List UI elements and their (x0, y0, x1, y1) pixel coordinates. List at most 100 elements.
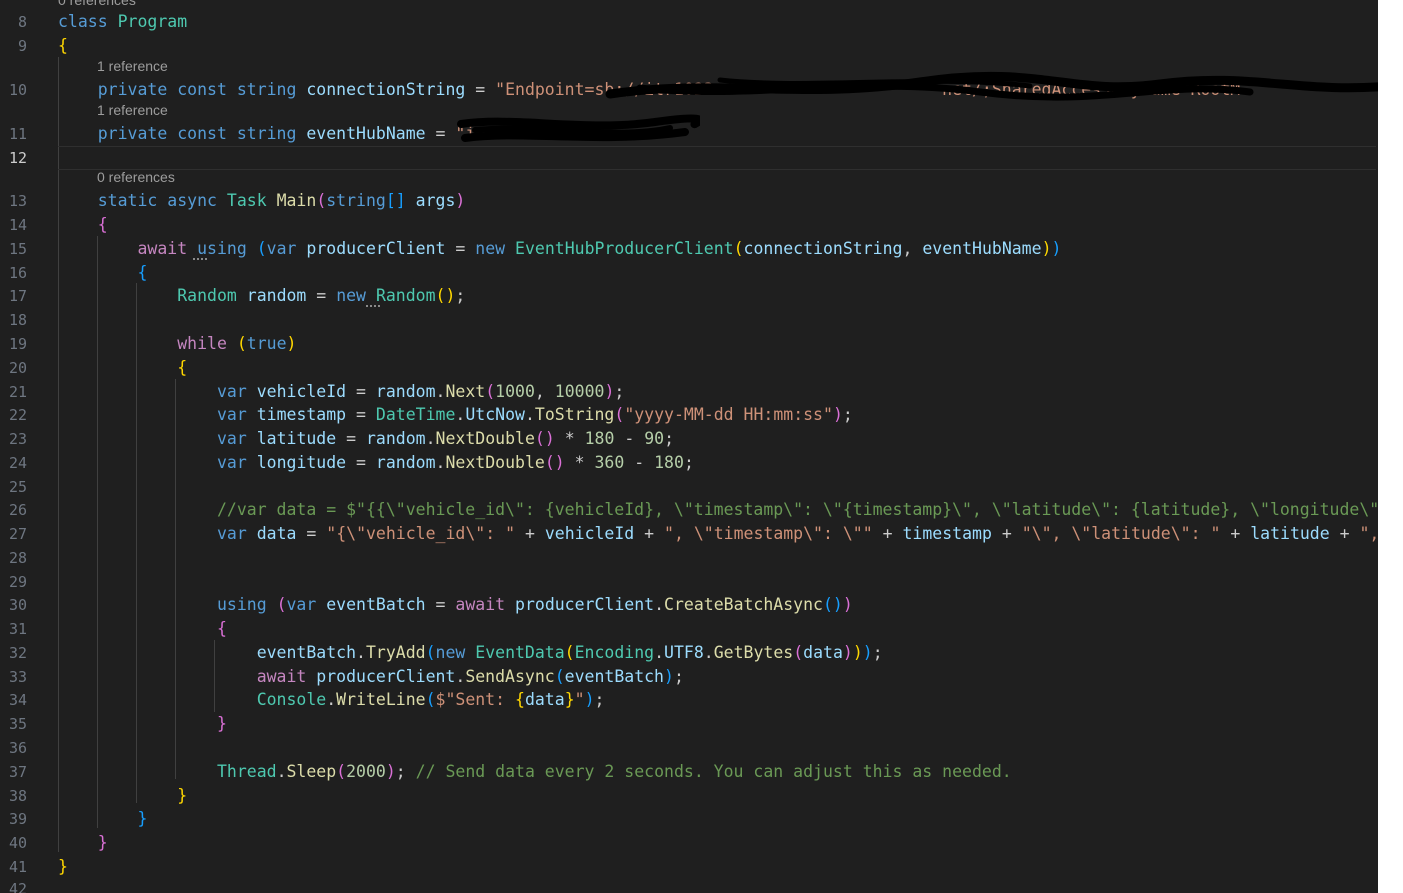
code-line[interactable]: 31 { (0, 617, 1378, 641)
scrollbar-track[interactable] (1378, 0, 1403, 893)
code-token: await (256, 667, 317, 686)
code-line[interactable]: 30 using (var eventBatch = await produce… (0, 593, 1378, 617)
code-token: SendAsync (465, 667, 555, 686)
code-line[interactable]: 32 eventBatch.TryAdd(new EventData(Encod… (0, 641, 1378, 665)
code-token: Console (256, 690, 327, 709)
code-text: { (58, 261, 147, 285)
line-number: 21 (8, 383, 27, 401)
code-token: new (475, 239, 516, 258)
code-token: () (435, 286, 456, 305)
line-number: 28 (8, 549, 27, 567)
code-token: WriteLine (336, 690, 426, 709)
code-token: var (216, 429, 257, 448)
code-token: ; (673, 667, 684, 686)
code-token: Task (226, 191, 277, 210)
code-editor[interactable]: 0 references 8 class Program 9{1 reference… (0, 0, 1378, 893)
code-line[interactable]: 17 Random random = new Random(); (0, 284, 1378, 308)
code-line[interactable]: 16 { (0, 261, 1378, 285)
code-line[interactable]: 12 (0, 146, 1378, 170)
code-line[interactable]: 38 } (0, 784, 1378, 808)
line-number: 36 (8, 739, 27, 757)
code-token: Next (445, 382, 486, 401)
code-token: random (246, 286, 307, 305)
code-line[interactable]: 18 (0, 308, 1378, 332)
code-text: //var data = $"{{\"vehicle_id\": {vehicl… (58, 498, 1378, 522)
code-text: } (58, 712, 227, 736)
code-token: ) (832, 405, 843, 424)
code-line[interactable]: 41} (0, 855, 1378, 879)
line-number: 33 (8, 668, 27, 686)
code-token: "yyyy-MM-dd HH:mm:ss" (624, 405, 833, 424)
code-token: ) (604, 382, 615, 401)
code-line[interactable]: 9{ (0, 34, 1378, 58)
code-line[interactable]: 39 } (0, 807, 1378, 831)
code-line[interactable]: 33 await producerClient.SendAsync(eventB… (0, 665, 1378, 689)
code-token: ) (842, 595, 853, 614)
code-token: eventHubName (922, 239, 1042, 258)
code-text: } (58, 831, 108, 855)
line-number: 8 (17, 13, 27, 31)
code-line[interactable]: 28 (0, 546, 1378, 570)
code-line[interactable]: 22 var timestamp = DateTime.UtcNow.ToStr… (0, 403, 1378, 427)
suggestion-dots[interactable] (193, 258, 207, 262)
code-token: 1000 (495, 382, 535, 401)
code-line[interactable]: 25 (0, 475, 1378, 499)
code-line[interactable]: 37 Thread.Sleep(2000); // Send data ever… (0, 760, 1378, 784)
code-token: + (515, 524, 545, 543)
code-line[interactable]: 34 Console.WriteLine($"Sent: {data}"); (0, 688, 1378, 712)
code-token: ( (236, 334, 247, 353)
code-line[interactable]: 19 while (true) (0, 332, 1378, 356)
code-line[interactable]: 8 class Program (0, 10, 1378, 34)
code-token: Thread (216, 762, 277, 781)
code-line[interactable]: 13 static async Task Main(string[] args) (0, 189, 1378, 213)
code-token: ) (455, 191, 466, 210)
codelens-top[interactable]: 0 references (58, 0, 136, 9)
line-number: 15 (8, 240, 27, 258)
codelens-references[interactable]: 1 reference (97, 101, 168, 119)
code-line[interactable]: 21 var vehicleId = random.Next(1000, 100… (0, 380, 1378, 404)
code-text: var vehicleId = random.Next(1000, 10000)… (58, 380, 624, 404)
codelens-references[interactable]: 0 references (97, 168, 175, 186)
code-token: latitude (256, 429, 337, 448)
code-line[interactable]: 20 { (0, 356, 1378, 380)
code-line[interactable]: 14 { (0, 213, 1378, 237)
code-line[interactable]: 35 } (0, 712, 1378, 736)
code-line[interactable]: 23 var latitude = random.NextDouble() * … (0, 427, 1378, 451)
code-token: UTF8 (664, 643, 704, 662)
code-line[interactable]: 26 //var data = $"{{\"vehicle_id\": {veh… (0, 498, 1378, 522)
code-token: + (1329, 524, 1360, 543)
code-token: { (515, 690, 525, 709)
suggestion-dots[interactable] (366, 305, 380, 309)
code-line[interactable]: 27 var data = "{\"vehicle_id\": " + vehi… (0, 522, 1378, 546)
line-number: 40 (8, 834, 27, 852)
code-line[interactable]: 29 (0, 570, 1378, 594)
code-line[interactable]: 24 var longitude = random.NextDouble() *… (0, 451, 1378, 475)
code-token: ; (664, 429, 675, 448)
code-token: ( (425, 643, 436, 662)
code-token: " (574, 690, 585, 709)
code-text: Thread.Sleep(2000); // Send data every 2… (58, 760, 1012, 784)
code-token: producerClient (306, 239, 446, 258)
code-token: { (216, 619, 227, 638)
line-number: 34 (8, 691, 27, 709)
code-token: . (654, 595, 665, 614)
code-token: = (425, 124, 456, 143)
line-number: 32 (8, 644, 27, 662)
line-number: 13 (8, 192, 27, 210)
codelens-references[interactable]: 1 reference (97, 57, 168, 75)
line-number: 12 (8, 149, 27, 167)
code-token: args (415, 191, 456, 210)
code-token: { (58, 36, 68, 55)
line-number: 10 (8, 81, 27, 99)
code-line[interactable]: 40 } (0, 831, 1378, 855)
code-line[interactable]: 36 (0, 736, 1378, 760)
line-number: 11 (8, 125, 27, 143)
code-token: ( (316, 191, 327, 210)
